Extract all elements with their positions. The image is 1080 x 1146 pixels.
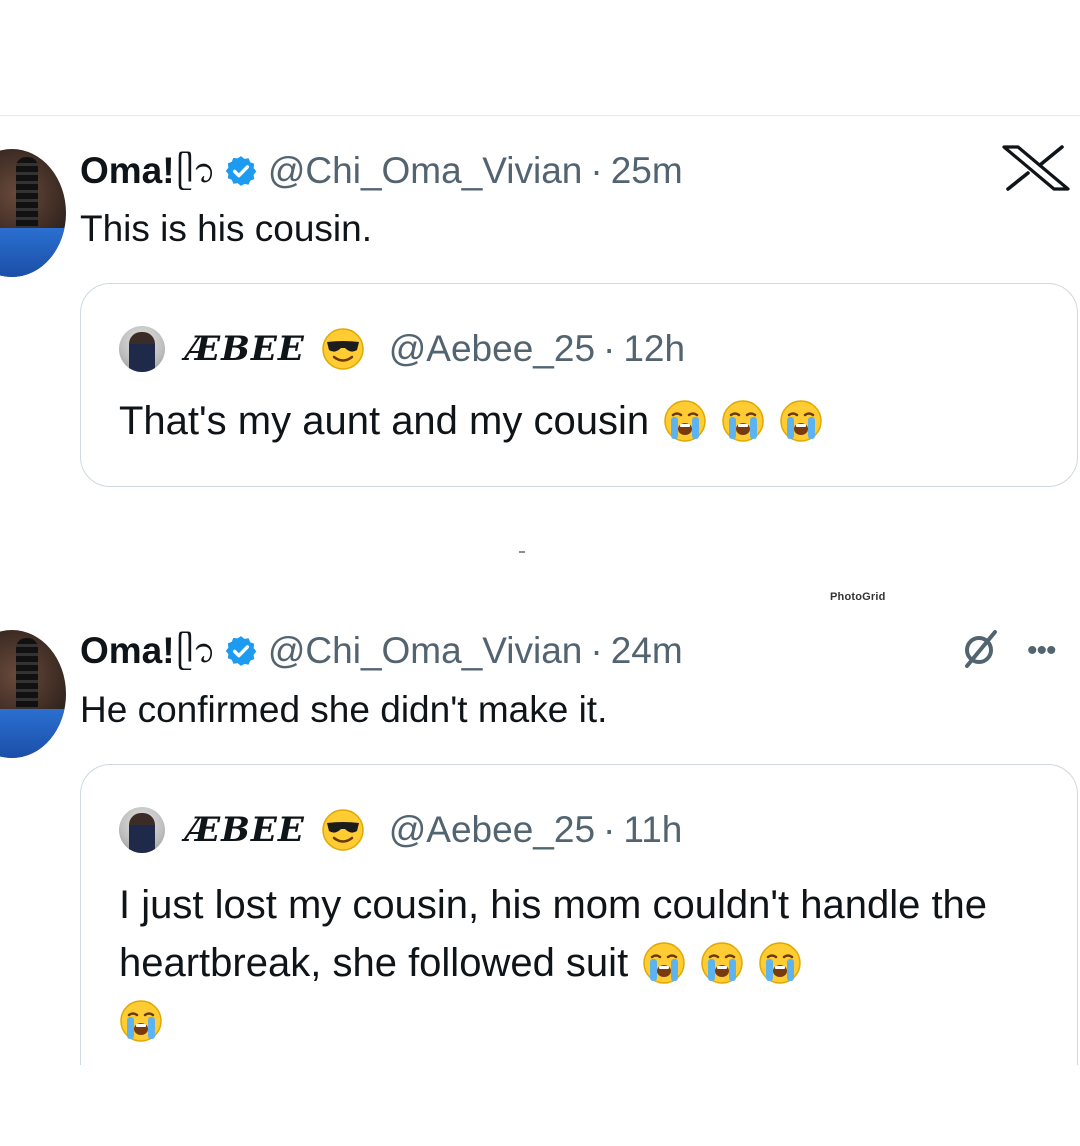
quoted-timestamp[interactable]: 11h <box>623 808 682 852</box>
user-handle[interactable]: @Chi_Oma_Vivian <box>268 149 583 193</box>
quoted-tweet[interactable]: ÆBEE @Aebee_25 · 12h That's my aunt and … <box>80 283 1078 487</box>
loudly-crying-face-icon <box>663 399 707 443</box>
smiling-face-with-sunglasses-icon <box>321 328 364 370</box>
loudly-crying-face-icon <box>119 999 163 1043</box>
quoted-header: ÆBEE @Aebee_25 · 11h <box>185 808 682 852</box>
quoted-header: ÆBEE @Aebee_25 · 12h <box>185 327 685 371</box>
quoted-tweet[interactable]: ÆBEE @Aebee_25 · 11h I just lost my cous… <box>80 764 1078 1065</box>
tweet-header: Oma! ᥫ᭡ @Chi_Oma_Vivian · 24m <box>80 629 683 673</box>
quoted-avatar[interactable] <box>119 807 165 853</box>
verified-badge-icon <box>225 636 257 666</box>
quoted-handle[interactable]: @Aebee_25 <box>389 327 595 371</box>
top-divider <box>0 115 1080 116</box>
display-name-glyph: ᥫ᭡ <box>176 632 216 670</box>
separator-dot: · <box>590 150 603 191</box>
display-name-glyph: ᥫ᭡ <box>176 152 216 190</box>
separator-dot: · <box>590 630 603 671</box>
grok-icon[interactable] <box>962 628 998 670</box>
loudly-crying-face-icon <box>642 941 686 985</box>
display-name[interactable]: Oma! <box>80 149 175 193</box>
separator-dot: · <box>603 809 616 850</box>
quoted-text-content: I just lost my cousin, his mom couldn't … <box>119 883 988 985</box>
loudly-crying-face-icon <box>721 399 765 443</box>
photogrid-watermark: PhotoGrid <box>830 591 886 603</box>
avatar[interactable] <box>0 630 66 758</box>
quoted-timestamp[interactable]: 12h <box>623 327 685 371</box>
timestamp[interactable]: 24m <box>611 629 683 673</box>
user-handle[interactable]: @Chi_Oma_Vivian <box>268 629 583 673</box>
quoted-handle[interactable]: @Aebee_25 <box>389 808 595 852</box>
loudly-crying-face-icon <box>779 399 823 443</box>
separator-mark <box>519 551 525 553</box>
quoted-display-name[interactable]: ÆBEE <box>185 327 305 371</box>
tweet-header: Oma! ᥫ᭡ @Chi_Oma_Vivian · 25m <box>80 149 683 193</box>
loudly-crying-face-icon <box>758 941 802 985</box>
more-options-icon[interactable]: ••• <box>1027 636 1056 666</box>
separator-dot: · <box>603 328 616 369</box>
quoted-avatar[interactable] <box>119 326 165 372</box>
quoted-text: That's my aunt and my cousin <box>119 392 1039 450</box>
verified-badge-icon <box>225 156 257 186</box>
smiling-face-with-sunglasses-icon <box>321 809 364 851</box>
tweet-text: This is his cousin. <box>80 208 372 249</box>
x-logo-icon[interactable] <box>1000 145 1072 191</box>
quoted-text: I just lost my cousin, his mom couldn't … <box>119 876 1039 1050</box>
tweet-text: He confirmed she didn't make it. <box>80 689 608 730</box>
quoted-display-name[interactable]: ÆBEE <box>185 808 305 852</box>
display-name[interactable]: Oma! <box>80 629 175 673</box>
avatar[interactable] <box>0 149 66 277</box>
timestamp[interactable]: 25m <box>611 149 683 193</box>
loudly-crying-face-icon <box>700 941 744 985</box>
quoted-text-content: That's my aunt and my cousin <box>119 399 650 443</box>
